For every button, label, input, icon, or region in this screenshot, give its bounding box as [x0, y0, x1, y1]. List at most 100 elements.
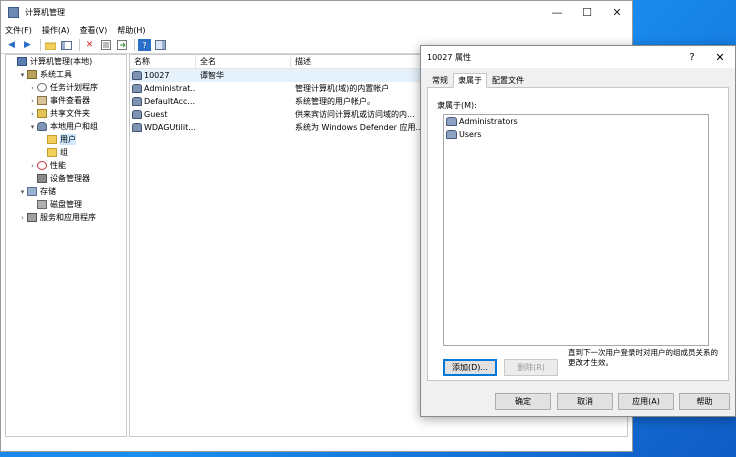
tree-item-local-users-groups[interactable]: ▾ 本地用户和组	[6, 120, 126, 133]
user-icon	[132, 71, 142, 80]
user-name: 10027	[144, 71, 170, 80]
menu-view[interactable]: 查看(V)	[80, 25, 108, 36]
tree-item-disk-management[interactable]: 磁盘管理	[6, 198, 126, 211]
apply-button[interactable]: 应用(A)	[618, 393, 674, 410]
delete-icon[interactable]: ✕	[83, 39, 96, 51]
menu-file[interactable]: 文件(F)	[5, 25, 32, 36]
menu-help[interactable]: 帮助(H)	[117, 25, 145, 36]
chevron-down-icon[interactable]: ▾	[18, 188, 27, 196]
tab-general[interactable]: 常规	[427, 73, 453, 87]
chevron-right-icon[interactable]: ›	[28, 97, 37, 105]
remove-button[interactable]: 删除(R)	[504, 359, 558, 376]
event-icon	[37, 96, 47, 105]
folder-icon	[47, 135, 57, 144]
toolbar-divider	[134, 39, 135, 51]
user-icon	[132, 84, 142, 93]
cancel-button[interactable]: 取消	[557, 393, 613, 410]
menu-action[interactable]: 操作(A)	[42, 25, 70, 36]
user-icon	[132, 123, 142, 132]
close-icon[interactable]: ✕	[705, 51, 735, 64]
ok-button[interactable]: 确定	[495, 393, 551, 410]
tab-member-of[interactable]: 隶属于	[453, 73, 487, 88]
cell-name: Guest	[130, 110, 196, 119]
toolbar-divider	[40, 39, 41, 51]
chevron-right-icon[interactable]: ›	[28, 162, 37, 170]
help-button[interactable]: 帮助	[679, 393, 730, 410]
tree-item-label: 用户	[60, 134, 76, 145]
navigation-tree[interactable]: 计算机管理(本地) ▾ 系统工具 › 任务计划程序 › 事件查看器 › 共享文件夹 ▾ 本地用户和组…	[5, 54, 127, 437]
user-properties-dialog[interactable]: 10027 属性 ? ✕ 常规 隶属于 配置文件 隶属于(M): Adminis…	[420, 45, 736, 417]
column-fullname[interactable]: 全名	[196, 55, 291, 68]
main-titlebar[interactable]: 计算机管理 — ☐ ✕	[1, 1, 632, 23]
dialog-titlebar[interactable]: 10027 属性 ? ✕	[421, 46, 735, 68]
list-item[interactable]: Users	[444, 128, 708, 141]
tree-item-label: 磁盘管理	[50, 200, 82, 209]
storage-icon	[27, 187, 37, 196]
tree-item-label: 计算机管理(本地)	[30, 57, 93, 66]
group-name: Administrators	[459, 117, 518, 126]
user-name: WDAGUtilit...	[144, 123, 196, 132]
status-bar	[5, 439, 628, 449]
chevron-right-icon[interactable]: ›	[28, 110, 37, 118]
user-icon	[132, 97, 142, 106]
tab-profile[interactable]: 配置文件	[487, 73, 529, 87]
tree-item-label: 存储	[40, 187, 56, 196]
user-icon	[132, 110, 142, 119]
chevron-down-icon[interactable]: ▾	[18, 71, 27, 79]
action-pane-icon[interactable]	[154, 39, 167, 51]
services-icon	[27, 213, 37, 222]
computer-management-icon	[8, 6, 19, 18]
column-description[interactable]: 描述	[291, 55, 421, 68]
properties-icon[interactable]	[99, 39, 112, 51]
maximize-icon[interactable]: ☐	[572, 1, 602, 23]
tree-item-performance[interactable]: › 性能	[6, 159, 126, 172]
chevron-right-icon[interactable]: ›	[28, 84, 37, 92]
tree-item-services-apps[interactable]: › 服务和应用程序	[6, 211, 126, 224]
tools-icon	[27, 70, 37, 79]
minimize-icon[interactable]: —	[542, 1, 572, 23]
computer-icon	[17, 57, 27, 66]
chevron-right-icon[interactable]: ›	[18, 214, 27, 222]
list-item[interactable]: Administrators	[444, 115, 708, 128]
tree-item-label: 共享文件夹	[50, 109, 90, 118]
tree-item-storage[interactable]: ▾ 存储	[6, 185, 126, 198]
export-list-icon[interactable]	[115, 39, 128, 51]
back-icon[interactable]: ◀	[5, 39, 18, 51]
member-of-list[interactable]: Administrators Users	[443, 114, 709, 346]
tree-item-label: 任务计划程序	[50, 83, 98, 92]
up-folder-icon[interactable]	[44, 39, 57, 51]
dialog-tabs: 常规 隶属于 配置文件	[427, 73, 529, 88]
help-icon[interactable]: ?	[679, 52, 705, 63]
column-name[interactable]: 名称	[130, 55, 196, 68]
cell-fullname: 谭智华	[200, 71, 224, 80]
cell-description: 系统管理的用户帐户。	[295, 97, 375, 106]
close-icon[interactable]: ✕	[602, 1, 632, 23]
tree-item-label: 系统工具	[40, 70, 72, 79]
cell-name: WDAGUtilit...	[130, 123, 196, 132]
toolbar-divider	[79, 39, 80, 51]
user-name: Guest	[144, 110, 168, 119]
tree-item-system-tools[interactable]: ▾ 系统工具	[6, 68, 126, 81]
chevron-down-icon[interactable]: ▾	[28, 123, 37, 131]
tree-item-device-manager[interactable]: 设备管理器	[6, 172, 126, 185]
tree-item-event-viewer[interactable]: › 事件查看器	[6, 94, 126, 107]
tree-item-root[interactable]: 计算机管理(本地)	[6, 55, 126, 68]
tree-item-shared-folders[interactable]: › 共享文件夹	[6, 107, 126, 120]
tree-item-label: 本地用户和组	[50, 122, 98, 131]
user-name: DefaultAcc...	[144, 97, 195, 106]
forward-icon[interactable]: ▶	[21, 39, 34, 51]
cell-description: 管理计算机(域)的内置帐户	[295, 84, 390, 93]
tree-item-groups[interactable]: 组	[6, 146, 126, 159]
tree-item-label: 服务和应用程序	[40, 213, 96, 222]
cell-description: 系统为 Windows Defender 应用...	[295, 123, 421, 132]
menu-bar: 文件(F) 操作(A) 查看(V) 帮助(H)	[1, 23, 632, 37]
group-name: Users	[459, 130, 482, 139]
disk-icon	[37, 200, 47, 209]
cell-name: 10027	[130, 71, 196, 80]
tree-item-users[interactable]: 用户	[6, 133, 126, 146]
help-icon[interactable]: ?	[138, 39, 151, 51]
tree-item-task-scheduler[interactable]: › 任务计划程序	[6, 81, 126, 94]
show-hide-tree-icon[interactable]	[60, 39, 73, 51]
add-button[interactable]: 添加(D)...	[443, 359, 497, 376]
member-of-label: 隶属于(M):	[437, 101, 477, 110]
